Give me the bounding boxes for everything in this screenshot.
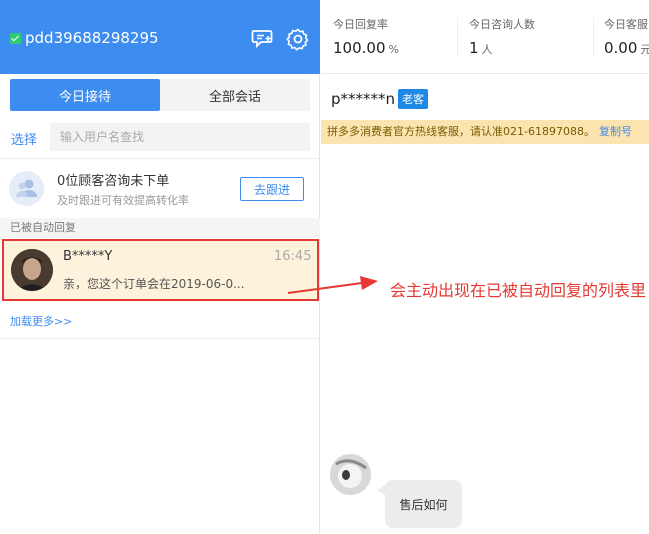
conversation-sidebar: pdd39688298295 今日接待 全部会话 选择 输入用户名查找 0位顾客… [0,0,320,534]
hotline-notice-bar: 拼多多消费者官方热线客服，请认准021-61897088。 复制号 [321,120,649,144]
follow-up-button[interactable]: 去跟进 [240,177,304,201]
copy-number-link[interactable]: 复制号 [599,125,632,138]
tab-all-conversations[interactable]: 全部会话 [160,79,310,111]
stat-unit: % [388,43,399,56]
consult-subtitle: 及时跟进可有效提高转化率 [57,194,189,207]
customer-message-bubble: 售后如何 [377,480,462,528]
stat-separator [457,18,458,58]
returning-customer-badge: 老客 [398,89,429,109]
stat-separator [593,18,594,58]
user-search-input[interactable] [50,123,310,151]
conversation-tabs: 今日接待 全部会话 [10,79,310,111]
customer-avatar [11,249,53,291]
stat-label: 今日咨询人数 [469,18,535,31]
stat-number: 0.00 [604,39,638,57]
stat-consult-count: 今日咨询人数 1人 [469,16,535,57]
tab-today-reception[interactable]: 今日接待 [10,79,160,111]
auto-replied-session-item[interactable]: B*****Y 16:45 亲，您这个订单会在2019-06-0... [2,239,319,301]
stat-number: 100.00 [333,39,386,57]
session-last-message: 亲，您这个订单会在2019-06-0... [63,277,245,291]
app-window: pdd39688298295 今日接待 全部会话 选择 输入用户名查找 0位顾客… [0,0,649,534]
annotation-text: 会主动出现在已被自动回复的列表里 [390,281,647,300]
session-time: 16:45 [274,249,312,264]
customers-group-icon [9,171,44,206]
customer-message-avatar [330,454,371,495]
notice-text: 拼多多消费者官方热线客服，请认准021-61897088。 [327,125,595,138]
account-header: pdd39688298295 [0,0,320,74]
stat-unit: 人 [481,43,493,56]
stat-service-amount: 今日客服 0.00 元 [604,16,649,57]
stat-number: 1 [469,39,479,57]
chat-customer-name: p******n [331,90,396,108]
chat-panel: 今日回复率 100.00% 今日咨询人数 1人 今日客服 0.00 元 p****… [321,0,649,534]
new-chat-icon[interactable] [251,27,275,51]
online-check-icon [10,32,21,44]
stat-value: 100.00% [333,39,399,57]
unordered-consult-card: 0位顾客咨询未下单 及时跟进可有效提高转化率 去跟进 [0,160,320,216]
stat-label: 今日回复率 [333,18,388,31]
divider [0,338,320,339]
daily-stats-bar: 今日回复率 100.00% 今日咨询人数 1人 今日客服 0.00 元 [321,0,649,74]
chat-customer-header: p******n 老客 [331,89,429,109]
stat-value: 0.00 元 [604,39,649,57]
stat-value: 1人 [469,39,535,57]
auto-replied-section-label: 已被自动回复 [0,218,320,238]
consult-title: 0位顾客咨询未下单 [57,174,170,189]
stat-unit: 元 [640,43,649,56]
stat-reply-rate: 今日回复率 100.00% [333,16,399,57]
account-info[interactable]: pdd39688298295 [10,29,159,47]
account-name: pdd39688298295 [25,29,159,47]
divider [0,158,320,159]
settings-gear-icon[interactable] [286,27,310,51]
stat-label: 今日客服 [604,18,648,31]
load-more-link[interactable]: 加载更多>> [10,313,72,329]
session-customer-name: B*****Y [63,249,113,264]
search-row: 选择 [0,121,320,153]
select-link[interactable]: 选择 [11,129,37,148]
